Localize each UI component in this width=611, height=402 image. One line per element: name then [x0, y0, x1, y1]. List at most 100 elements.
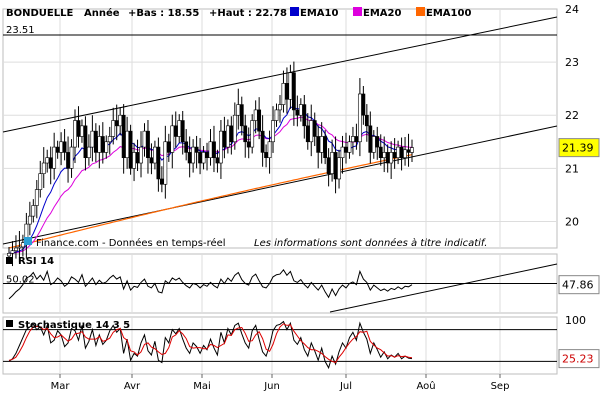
candle-body	[347, 141, 352, 153]
candle-body	[83, 125, 88, 159]
candle-body	[7, 253, 11, 257]
candle-body	[90, 130, 95, 148]
candle-body	[281, 83, 286, 105]
x-tick-label-Avr: Avr	[124, 381, 141, 392]
header-symbol: BONDUELLE	[6, 8, 73, 19]
candle-body	[312, 120, 317, 137]
candle-body	[295, 109, 300, 116]
candle-body	[232, 114, 237, 143]
candle-body	[48, 157, 53, 169]
candle-body	[354, 136, 359, 143]
candle-body	[316, 136, 321, 153]
candle-body	[368, 125, 373, 153]
candle-body	[250, 120, 255, 148]
candle-body	[278, 104, 282, 111]
candle-body	[87, 146, 91, 159]
candle-body	[128, 130, 133, 169]
candle-body	[330, 152, 334, 174]
candle-body	[66, 152, 70, 169]
candle-body	[399, 146, 404, 159]
legend-swatch-ema100	[416, 7, 425, 16]
candle-body	[364, 114, 369, 127]
candle-body	[285, 83, 289, 100]
candle-body	[31, 205, 36, 217]
stochastic-label: Stochastique 14 3 5	[18, 320, 130, 331]
candle-body	[153, 146, 157, 164]
candle-body	[59, 141, 64, 153]
candle-body	[357, 93, 362, 143]
candle-body	[246, 141, 251, 148]
candle-body	[76, 120, 81, 137]
stock-chart: Mar Avr Mai Jun Jul Aoû Sep 20 21 22 23 24 23.51 21.3…	[0, 0, 611, 402]
candle-body	[222, 130, 227, 148]
candle-body	[267, 141, 272, 159]
last-price-label: 21.39	[562, 142, 594, 155]
candle-body	[351, 136, 355, 143]
legend-swatch-ema20	[353, 7, 362, 16]
price-y-tick-label: 20	[565, 215, 579, 228]
candle-body	[198, 152, 202, 164]
candle-body	[69, 146, 74, 169]
stochastic-marker	[6, 320, 13, 327]
chart-stage: Mar Avr Mai Jun Jul Aoû Sep 20 21 22 23 24 23.51 21.3…	[0, 0, 611, 402]
candle-body	[135, 152, 140, 164]
candle	[128, 124, 133, 175]
candle-body	[73, 120, 77, 148]
candle-body	[201, 152, 206, 164]
x-tick-label-Mai: Mai	[193, 381, 211, 392]
candle-body	[62, 141, 67, 153]
candle-body	[288, 72, 293, 100]
legend-label-ema10: EMA10	[300, 8, 338, 19]
candle-body	[41, 162, 46, 174]
candle-body	[344, 146, 348, 153]
source-text: Finance.com - Données en temps-réel	[36, 237, 226, 249]
x-tick-label-Jun: Jun	[263, 381, 280, 392]
candle-body	[100, 136, 105, 153]
candle-body	[104, 141, 109, 153]
legend-swatch-ema10	[290, 7, 299, 16]
candle-body	[187, 152, 192, 164]
candle-body	[139, 146, 143, 164]
candle-body	[403, 149, 407, 159]
stochastic-last-label: 25.23	[562, 353, 594, 366]
candle-body	[146, 130, 150, 159]
x-tick-label-Mar: Mar	[51, 381, 71, 392]
price-y-tick-label: 23	[565, 56, 579, 69]
candle-body	[212, 141, 216, 159]
price-y-tick-label: 21	[565, 162, 579, 175]
candle-body	[52, 146, 57, 169]
candle-body	[80, 125, 84, 137]
candle-body	[180, 120, 185, 143]
candle-body	[149, 157, 154, 164]
legend-label-ema20: EMA20	[363, 8, 401, 19]
candle-body	[10, 250, 15, 254]
candle-body	[239, 104, 244, 127]
candle-body	[305, 125, 310, 143]
x-tick-label-Jul: Jul	[339, 381, 352, 392]
candle-body	[45, 157, 50, 164]
price-y-tick-label: 22	[565, 109, 579, 122]
candle-body	[97, 136, 102, 153]
candle-body	[382, 152, 387, 159]
candle-body	[219, 130, 223, 164]
candle-body	[340, 146, 345, 159]
candle-body	[319, 136, 324, 153]
candle-body	[191, 146, 196, 164]
candle-body	[177, 120, 182, 137]
rsi-last-label: 47.86	[562, 279, 594, 292]
candle-body	[121, 114, 126, 159]
candle-body	[389, 152, 394, 164]
candle-body	[361, 93, 366, 116]
candle-body	[309, 120, 314, 143]
header-low: +Bas : 18.55	[128, 8, 199, 19]
candle-body	[163, 141, 168, 185]
candle-body	[170, 125, 175, 153]
candle-body	[125, 130, 130, 159]
candle-body	[142, 130, 147, 148]
candle-body	[156, 146, 161, 180]
candle-body	[111, 120, 116, 137]
candle-body	[208, 141, 213, 159]
candle-body	[375, 136, 380, 148]
x-tick-label-Aoû: Aoû	[416, 380, 435, 392]
rsi-marker	[6, 257, 13, 264]
